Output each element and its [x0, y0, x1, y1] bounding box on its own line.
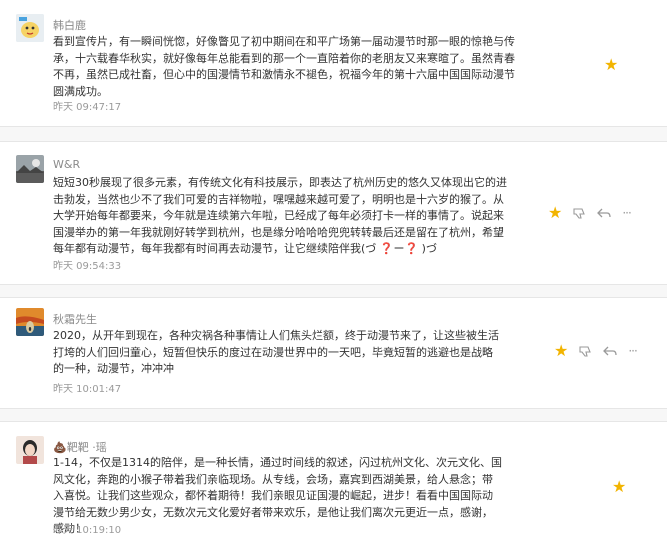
comment-time: 昨天 10:01:47 [53, 384, 122, 395]
comment-time: 昨天 09:54:33 [53, 261, 122, 272]
comment-text: 看到宣传片，有一瞬间恍惚，好像瞥见了初中期间在和平广场第一届动漫节时那一眼的惊艳… [53, 35, 515, 98]
thumb-down-icon[interactable] [572, 206, 586, 220]
comment-actions: ★ [612, 479, 626, 495]
bird-sticker-avatar-icon [16, 14, 44, 42]
comment-item: 💩靶靶 ·瑶 1-14，不仅是1314的陪伴，是一种长情，通过时间线的叙述，闪过… [0, 422, 667, 545]
girl-avatar-icon [16, 436, 44, 464]
reply-icon[interactable] [602, 344, 618, 358]
star-icon[interactable]: ★ [612, 479, 626, 495]
scream-painting-avatar-icon [16, 308, 44, 336]
comment-text: 2020，从开年到现在，各种灾祸各种事情让人们焦头烂额，终于动漫节来了，让这些被… [53, 329, 499, 375]
more-icon[interactable]: ··· [622, 206, 632, 220]
landscape-avatar-icon [16, 155, 44, 183]
comment-text: 短短30秒展现了很多元素，有传统文化有科技展示，即表达了杭州历史的悠久又体现出它… [53, 176, 507, 255]
section-gap [0, 127, 667, 141]
star-icon[interactable]: ★ [604, 57, 618, 73]
star-icon[interactable]: ★ [548, 205, 562, 221]
comment-actions: ★ [604, 57, 618, 73]
avatar[interactable] [16, 308, 44, 336]
comment-time: 昨天 09:47:17 [53, 102, 122, 113]
comment-username[interactable]: 韩白鹿 [53, 17, 86, 33]
thumb-down-icon[interactable] [578, 344, 592, 358]
comment-item: 秋霜先生 2020，从开年到现在，各种灾祸各种事情让人们焦头烂额，终于动漫节来了… [0, 298, 667, 408]
avatar[interactable] [16, 436, 44, 464]
comment-item: W&R 短短30秒展现了很多元素，有传统文化有科技展示，即表达了杭州历史的悠久又… [0, 142, 667, 284]
more-icon[interactable]: ··· [628, 344, 638, 358]
avatar[interactable] [16, 14, 44, 42]
comment-username[interactable]: 💩靶靶 ·瑶 [53, 439, 107, 455]
avatar[interactable] [16, 155, 44, 183]
comment-item: 韩白鹿 看到宣传片，有一瞬间恍惚，好像瞥见了初中期间在和平广场第一届动漫节时那一… [0, 0, 667, 122]
star-icon[interactable]: ★ [554, 343, 568, 359]
comment-actions: ★ ··· [554, 343, 638, 359]
reply-icon[interactable] [596, 206, 612, 220]
section-gap [0, 409, 667, 421]
comment-time: 昨天 10:19:10 [53, 525, 122, 536]
comment-actions: ★ ··· [548, 205, 632, 221]
comment-username[interactable]: W&R [53, 158, 80, 171]
comment-username[interactable]: 秋霜先生 [53, 311, 97, 327]
section-gap [0, 285, 667, 297]
